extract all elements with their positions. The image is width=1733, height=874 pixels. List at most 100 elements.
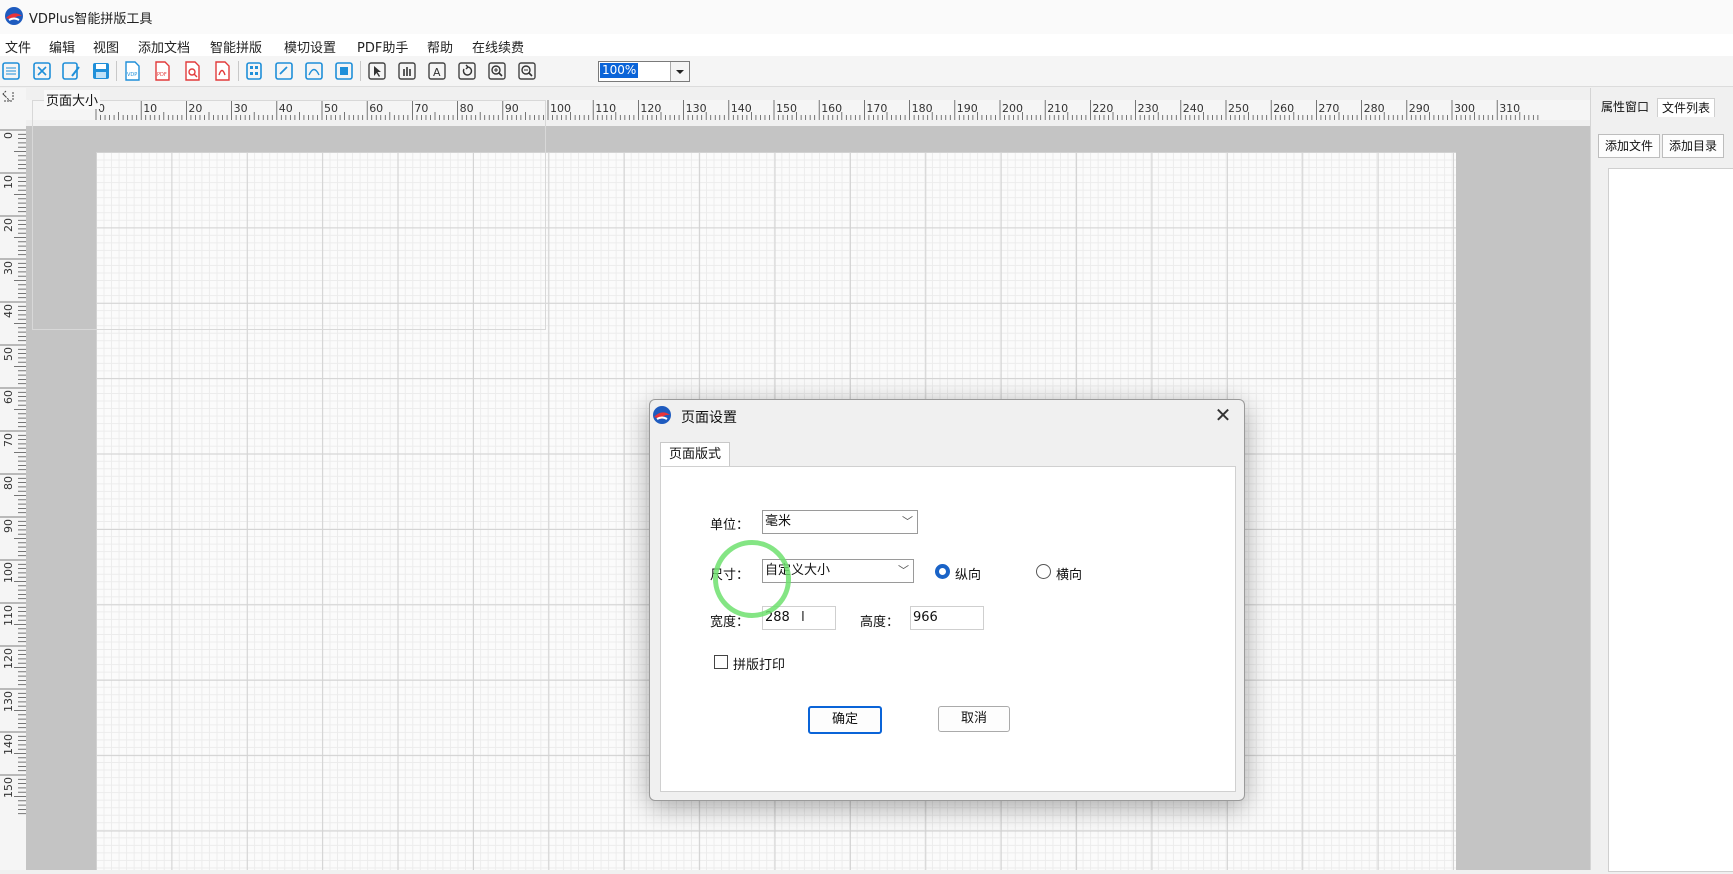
ruler-label: 190 [957, 102, 978, 115]
pan-hand-icon[interactable] [396, 60, 418, 82]
app-logo-icon [5, 7, 23, 25]
right-panel: 属性窗口 文件列表 添加文件 添加目录 [1590, 88, 1733, 872]
ruler-label: 120 [640, 102, 661, 115]
portrait-radio[interactable] [935, 564, 950, 579]
menu-help[interactable]: 帮助 [427, 37, 453, 56]
height-value: 966 [913, 610, 938, 625]
ruler-label: 200 [1002, 102, 1023, 115]
zoom-dropdown-button[interactable] [670, 62, 689, 81]
title-bar: VDPlus智能拼版工具 [0, 0, 1733, 34]
ruler-label: 30 [2, 261, 15, 275]
chevron-down-icon: ﹀ [898, 564, 909, 577]
cancel-button[interactable]: 取消 [938, 706, 1010, 732]
ruler-label: 290 [1409, 102, 1430, 115]
vdp-file-icon[interactable]: VDP [121, 60, 143, 82]
page-edit-icon[interactable] [273, 60, 295, 82]
select-arrow-icon[interactable] [366, 60, 388, 82]
pdf-file-icon[interactable]: PDF [151, 60, 173, 82]
ruler-label: 310 [1499, 102, 1520, 115]
menu-edit[interactable]: 编辑 [49, 37, 75, 56]
zoom-out-icon[interactable] [516, 60, 538, 82]
close-icon[interactable]: ✕ [1211, 403, 1235, 427]
ruler-label: 10 [2, 175, 15, 189]
dropdown-arrow-icon [676, 70, 684, 74]
tab-page-layout[interactable]: 页面版式 [660, 442, 731, 467]
page-size-group [32, 100, 546, 330]
edit-document-icon[interactable] [60, 60, 82, 82]
chevron-down-icon: ﹀ [902, 515, 913, 528]
ruler-origin-icon[interactable] [0, 88, 26, 114]
zoom-select[interactable]: 100% [598, 61, 690, 82]
ruler-label: 250 [1228, 102, 1249, 115]
ruler-label: 120 [2, 648, 15, 669]
ruler-label: 260 [1273, 102, 1294, 115]
ruler-label: 280 [1364, 102, 1385, 115]
save-icon[interactable] [90, 60, 112, 82]
ruler-label: 40 [2, 304, 15, 318]
svg-text:A: A [433, 66, 441, 79]
height-field[interactable]: 966 [910, 606, 984, 630]
ruler-label: 90 [2, 519, 15, 533]
rotate-icon[interactable] [456, 60, 478, 82]
text-tool-icon[interactable]: A [426, 60, 448, 82]
vertical-ruler-ticks: 0 10 20 30 40 50 60 70 80 90 100 110 120 130 140 150 [0, 129, 26, 815]
menu-smart-imposition[interactable]: 智能拼版 [210, 37, 262, 56]
add-folder-button[interactable]: 添加目录 [1662, 134, 1725, 158]
curve-tool-icon[interactable] [303, 60, 325, 82]
menu-online-renewal[interactable]: 在线续费 [472, 37, 524, 56]
pdf-search-icon[interactable] [181, 60, 203, 82]
dialog-title: 页面设置 [681, 410, 737, 426]
ruler-label: 130 [2, 691, 15, 712]
portrait-label: 纵向 [955, 568, 982, 583]
ruler-label: 230 [1138, 102, 1159, 115]
height-label: 高度： [860, 615, 900, 630]
ruler-label: 140 [2, 734, 15, 755]
landscape-radio[interactable] [1036, 564, 1051, 579]
ruler-label: 160 [821, 102, 842, 115]
tab-file-list[interactable]: 文件列表 [1657, 98, 1716, 117]
ruler-label: 270 [1318, 102, 1339, 115]
ruler-corner [0, 88, 26, 120]
toolbar-separator [116, 61, 117, 81]
ruler-label: 210 [1047, 102, 1068, 115]
ruler-label: 150 [2, 777, 15, 798]
crop-marks-icon[interactable] [333, 60, 355, 82]
ruler-label: 100 [2, 562, 15, 583]
file-list[interactable] [1608, 168, 1733, 872]
svg-text:PDF: PDF [157, 72, 167, 78]
svg-text:VDP: VDP [127, 72, 137, 78]
imposition-print-label: 拼版打印 [733, 658, 786, 673]
text-cursor-icon: I [801, 610, 805, 625]
menu-view[interactable]: 视图 [93, 37, 119, 56]
ok-button[interactable]: 确定 [808, 706, 882, 734]
ruler-label: 60 [2, 390, 15, 404]
ruler-label: 20 [2, 218, 15, 232]
pdf-export-icon[interactable] [211, 60, 233, 82]
ruler-label: 80 [2, 476, 15, 490]
ruler-label: 70 [2, 433, 15, 447]
ruler-label: 140 [731, 102, 752, 115]
unit-label: 单位： [710, 518, 750, 533]
new-document-icon[interactable] [0, 60, 22, 82]
ruler-label: 50 [2, 347, 15, 361]
unit-select[interactable]: 毫米 ﹀ [762, 510, 918, 534]
menu-pdf-assistant[interactable]: PDF助手 [357, 37, 408, 56]
vertical-ruler: 0 10 20 30 40 50 60 70 80 90 100 110 120 130 140 150 [0, 120, 26, 870]
ruler-label: 0 [2, 132, 15, 139]
toolbar: VDP PDF A 100% [0, 56, 1733, 87]
ruler-label: 110 [595, 102, 616, 115]
imposition-print-checkbox[interactable] [714, 655, 728, 669]
tab-properties-window[interactable]: 属性窗口 [1597, 98, 1653, 116]
zoom-in-icon[interactable] [486, 60, 508, 82]
grid-layout-icon[interactable] [243, 60, 265, 82]
toolbar-separator [360, 61, 361, 81]
menu-die-cut-settings[interactable]: 模切设置 [284, 37, 336, 56]
add-file-button[interactable]: 添加文件 [1598, 134, 1661, 158]
menu-file[interactable]: 文件 [5, 37, 31, 56]
page-size-group-label: 页面大小 [44, 90, 101, 109]
menu-bar: 文件 编辑 视图 添加文档 智能拼版 模切设置 PDF助手 帮助 在线续费 [0, 34, 1733, 56]
menu-add-document[interactable]: 添加文档 [138, 37, 190, 56]
toolbar-separator [238, 61, 239, 81]
ruler-label: 150 [776, 102, 797, 115]
layout-tool-icon[interactable] [31, 60, 53, 82]
